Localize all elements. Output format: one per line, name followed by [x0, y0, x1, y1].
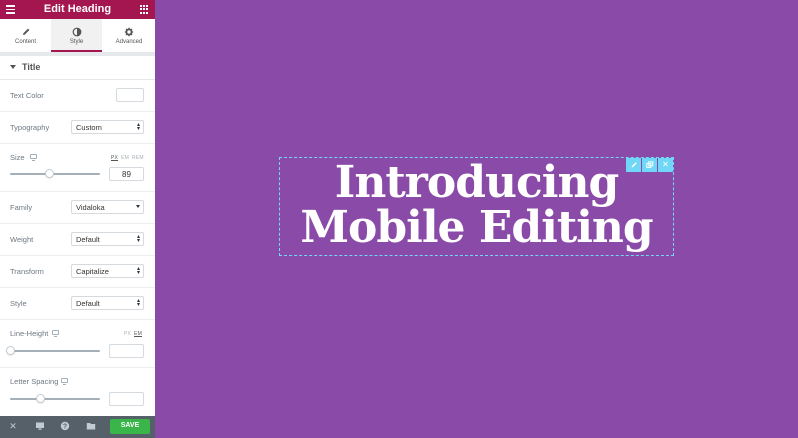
editor-panel: Edit Heading Content Style Advanced Titl… [0, 0, 155, 438]
save-button[interactable]: SAVE [110, 419, 150, 434]
duplicate-icon[interactable] [642, 158, 657, 172]
control-text-color: Text Color [0, 80, 155, 112]
control-size: Size PX EM REM 89 [0, 144, 155, 192]
select-value: Custom [76, 123, 102, 132]
updown-arrows-icon: ▴ ▾ [136, 266, 140, 276]
size-input[interactable]: 89 [109, 167, 144, 181]
tab-label: Advanced [115, 39, 143, 45]
select-value: Capitalize [76, 267, 109, 276]
style-select[interactable]: Default ▴ ▾ [71, 296, 144, 310]
folder-icon[interactable] [86, 421, 96, 431]
tab-label: Style [69, 39, 84, 45]
control-label: Transform [10, 267, 44, 276]
tab-label: Content [14, 39, 36, 45]
letter-spacing-input[interactable] [109, 392, 144, 406]
pencil-icon [22, 28, 29, 35]
select-value: Default [76, 235, 100, 244]
control-label: Weight [10, 235, 34, 244]
desktop-icon[interactable] [61, 378, 68, 385]
desktop-icon[interactable] [30, 154, 37, 161]
chevron-down-icon [136, 205, 140, 208]
tab-style[interactable]: Style [51, 19, 102, 52]
line-height-units: PX EM [121, 331, 142, 337]
color-picker[interactable] [116, 88, 144, 102]
unit-em[interactable]: EM [121, 155, 129, 161]
panel-body: Title Text Color Typography Custom ▴ ▾ Si… [0, 56, 155, 416]
updown-arrows-icon: ▴ ▾ [136, 298, 140, 308]
weight-select[interactable]: Default ▴ ▾ [71, 232, 144, 246]
control-label: Letter Spacing [10, 377, 59, 386]
line-height-input[interactable] [109, 344, 144, 358]
line-height-slider-handle[interactable] [5, 346, 15, 355]
tab-content[interactable]: Content [0, 19, 51, 52]
letter-spacing-slider[interactable] [10, 398, 100, 400]
control-label: Family [10, 203, 33, 212]
letter-spacing-slider-handle[interactable] [36, 394, 46, 403]
line-height-slider[interactable] [10, 350, 100, 352]
panel-tabs: Content Style Advanced [0, 19, 155, 52]
control-label: Style [10, 299, 27, 308]
updown-arrows-icon: ▴ ▾ [136, 234, 140, 244]
close-icon[interactable]: ✕ [8, 421, 18, 431]
size-slider[interactable] [10, 173, 100, 175]
desktop-icon[interactable] [52, 330, 59, 337]
remove-icon[interactable]: ✕ [658, 158, 673, 172]
svg-text:?: ? [63, 424, 67, 431]
heading-widget[interactable]: Introducing Mobile Editing ✕ [279, 157, 674, 256]
panel-title: Edit Heading [43, 3, 112, 15]
preview-canvas: Introducing Mobile Editing ✕ [155, 0, 798, 438]
contrast-icon [72, 27, 81, 37]
unit-em[interactable]: EM [134, 331, 142, 337]
widget-toolbar: ✕ [625, 158, 673, 172]
section-title-label: Title [22, 62, 41, 72]
unit-px[interactable]: PX [124, 331, 131, 337]
tab-advanced[interactable]: Advanced [103, 19, 155, 52]
panel-header: Edit Heading [0, 0, 155, 19]
select-value: Vidaloka [76, 203, 105, 212]
heading-line-1: Introducing [334, 157, 619, 208]
edit-icon[interactable] [626, 158, 641, 172]
widgets-grid-icon[interactable] [140, 5, 149, 14]
section-title[interactable]: Title [0, 56, 155, 80]
desktop-icon[interactable] [35, 421, 45, 431]
unit-px[interactable]: PX [111, 155, 118, 161]
control-line-height: Line-Height PX EM [0, 320, 155, 368]
control-style: Style Default ▴ ▾ [0, 288, 155, 320]
heading-text[interactable]: Introducing Mobile Editing [280, 160, 673, 250]
select-value: Default [76, 299, 100, 308]
control-letter-spacing: Letter Spacing [0, 368, 155, 416]
transform-select[interactable]: Capitalize ▴ ▾ [71, 264, 144, 278]
size-units: PX EM REM [108, 155, 144, 161]
control-label: Size [10, 153, 25, 162]
family-select[interactable]: Vidaloka [71, 200, 144, 214]
heading-line-2: Mobile Editing [300, 202, 653, 253]
control-weight: Weight Default ▴ ▾ [0, 224, 155, 256]
control-typography: Typography Custom ▴ ▾ [0, 112, 155, 144]
gear-icon [124, 27, 134, 37]
control-label: Line-Height [10, 329, 49, 338]
help-icon[interactable]: ? [60, 421, 70, 431]
updown-arrows-icon: ▴ ▾ [136, 122, 140, 132]
unit-rem[interactable]: REM [132, 155, 144, 161]
panel-footer: ✕ ? SAVE [0, 416, 155, 438]
typography-select[interactable]: Custom ▴ ▾ [71, 120, 144, 134]
control-family: Family Vidaloka [0, 192, 155, 224]
control-transform: Transform Capitalize ▴ ▾ [0, 256, 155, 288]
control-label: Text Color [10, 91, 44, 100]
caret-down-icon [10, 65, 16, 69]
control-label: Typography [10, 123, 50, 132]
size-slider-handle[interactable] [45, 169, 55, 178]
